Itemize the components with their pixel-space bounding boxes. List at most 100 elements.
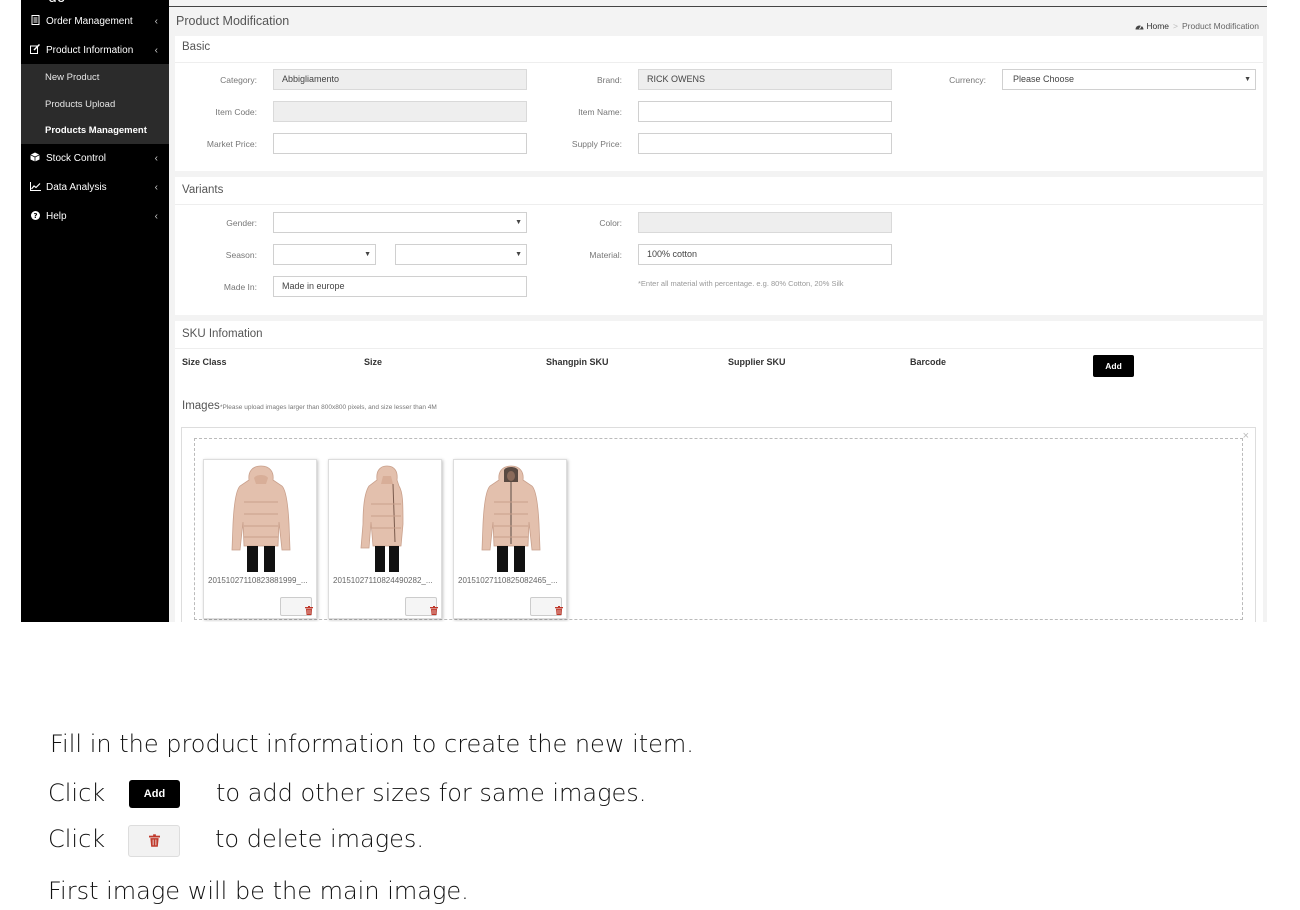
color-field <box>638 212 892 233</box>
item-code-label: Item Code: <box>215 107 257 117</box>
image-caption: 20151027110823881999_... <box>208 576 308 585</box>
instruction-click-label: Click <box>48 825 106 853</box>
item-name-input[interactable] <box>638 101 892 122</box>
breadcrumb-current: Product Modification <box>1181 21 1259 31</box>
supply-price-label: Supply Price: <box>571 139 622 149</box>
market-price-input[interactable] <box>273 133 527 154</box>
sidebar-item-data-analysis[interactable]: Data Analysis ‹ <box>21 174 169 200</box>
divider <box>175 62 1263 63</box>
breadcrumb-separator: > <box>1173 21 1178 31</box>
instruction-line-4: First image will be the main image. <box>48 877 469 905</box>
item-code-field <box>273 101 527 122</box>
caret-down-icon: ▼ <box>515 251 522 258</box>
submenu-item-products-upload[interactable]: Products Upload <box>45 99 115 110</box>
sidebar: do Order Management ‹ Product Informatio… <box>21 0 169 622</box>
supply-price-input[interactable] <box>638 133 892 154</box>
submenu-item-products-management[interactable]: Products Management <box>45 125 147 136</box>
page-title: Product Modification <box>176 14 290 28</box>
chevron-left-icon: ‹ <box>154 152 158 164</box>
images-note: *Please upload images larger than 800x80… <box>220 404 437 411</box>
breadcrumb-home[interactable]: Home <box>1146 21 1169 31</box>
image-upload-area[interactable]: × 20151027110823881999_... 2015102711082… <box>181 427 1256 622</box>
sku-column-supplier-sku: Supplier SKU <box>728 357 786 367</box>
instruction-line-3: to delete images. <box>215 825 425 853</box>
brand-field: RICK OWENS <box>638 69 892 90</box>
image-dropzone[interactable]: 20151027110823881999_... 201510271108244… <box>194 438 1243 620</box>
submenu-item-new-product[interactable]: New Product <box>45 72 99 83</box>
sidebar-item-label: Data Analysis <box>46 181 107 193</box>
divider <box>169 6 1267 7</box>
sku-section-title: SKU Infomation <box>182 328 263 340</box>
basic-panel: Basic Category: Abbigliamento Brand: RIC… <box>175 36 1263 171</box>
delete-image-button[interactable] <box>280 597 313 616</box>
color-label: Color: <box>599 218 622 228</box>
document-icon <box>30 15 40 27</box>
category-label: Category: <box>220 75 257 85</box>
currency-label: Currency: <box>949 75 986 85</box>
material-hint: *Enter all material with percentage. e.g… <box>638 279 844 288</box>
images-section-title: Images <box>182 400 220 412</box>
cube-icon <box>30 152 40 164</box>
chevron-down-icon: ‹ <box>154 44 158 56</box>
caret-down-icon: ▼ <box>364 251 371 258</box>
add-button-example: Add <box>129 780 180 808</box>
sku-column-shangpin-sku: Shangpin SKU <box>546 357 609 367</box>
currency-select-value: Please Choose <box>1013 74 1075 84</box>
gender-select[interactable]: ▼ <box>273 212 527 233</box>
instruction-click-label: Click <box>48 779 106 807</box>
currency-select[interactable]: Please Choose ▼ <box>1002 69 1256 90</box>
chevron-left-icon: ‹ <box>154 15 158 27</box>
svg-text:?: ? <box>33 212 37 220</box>
trash-icon <box>555 606 563 615</box>
chevron-left-icon: ‹ <box>154 210 158 222</box>
sku-column-size-class: Size Class <box>182 357 227 367</box>
sku-column-barcode: Barcode <box>910 357 947 367</box>
add-sku-button[interactable]: Add <box>1093 355 1134 377</box>
image-thumbnail[interactable]: 20151027110823881999_... <box>203 459 317 619</box>
sidebar-item-order-management[interactable]: Order Management ‹ <box>21 8 169 34</box>
close-icon[interactable]: × <box>1243 430 1249 442</box>
sidebar-item-stock-control[interactable]: Stock Control ‹ <box>21 145 169 171</box>
sku-column-size: Size <box>364 357 383 367</box>
main-content: Product Modification Home > Product Modifi… <box>169 0 1267 622</box>
dashboard-icon <box>1135 25 1144 30</box>
jacket-image <box>481 465 541 572</box>
season-label: Season: <box>225 250 257 260</box>
made-in-label: Made In: <box>223 282 257 292</box>
variants-panel: Variants Gender: ▼ Color: Season: ▼ ▼ Ma… <box>175 177 1263 315</box>
brand-label: Brand: <box>596 75 622 85</box>
chevron-left-icon: ‹ <box>154 181 158 193</box>
material-input[interactable]: 100% cotton <box>638 244 892 265</box>
image-thumbnail[interactable]: 20151027110825082465_... <box>453 459 567 619</box>
logo: do <box>48 0 65 6</box>
item-name-label: Item Name: <box>578 107 622 117</box>
line-chart-icon <box>30 181 41 193</box>
category-field: Abbigliamento <box>273 69 527 90</box>
market-price-label: Market Price: <box>206 139 257 149</box>
trash-icon <box>148 834 160 847</box>
sidebar-item-label: Stock Control <box>46 152 107 164</box>
made-in-input[interactable]: Made in europe <box>273 276 527 297</box>
jacket-image <box>360 465 404 572</box>
delete-button-example <box>128 825 180 857</box>
sidebar-item-product-information[interactable]: Product Information ‹ <box>21 37 169 63</box>
caret-down-icon: ▼ <box>1244 76 1251 83</box>
divider <box>175 204 1263 205</box>
delete-image-button[interactable] <box>530 597 563 616</box>
sidebar-item-label: Product Information <box>46 44 134 56</box>
season-select-1[interactable]: ▼ <box>273 244 376 265</box>
gender-label: Gender: <box>226 218 257 228</box>
trash-icon <box>305 606 313 615</box>
jacket-image <box>231 465 291 572</box>
question-circle-icon: ? <box>30 210 40 222</box>
image-thumbnail[interactable]: 20151027110824490282_... <box>328 459 442 619</box>
trash-icon <box>430 606 438 615</box>
sidebar-item-help[interactable]: ? Help ‹ <box>21 203 169 229</box>
delete-image-button[interactable] <box>405 597 438 616</box>
instruction-line-1: Fill in the product information to creat… <box>50 730 694 758</box>
season-select-2[interactable]: ▼ <box>395 244 527 265</box>
material-label: Material: <box>589 250 622 260</box>
sidebar-item-label: Help <box>46 210 67 222</box>
edit-icon <box>30 43 41 56</box>
submenu-product-information: New Product Products Upload Products Man… <box>21 64 169 144</box>
